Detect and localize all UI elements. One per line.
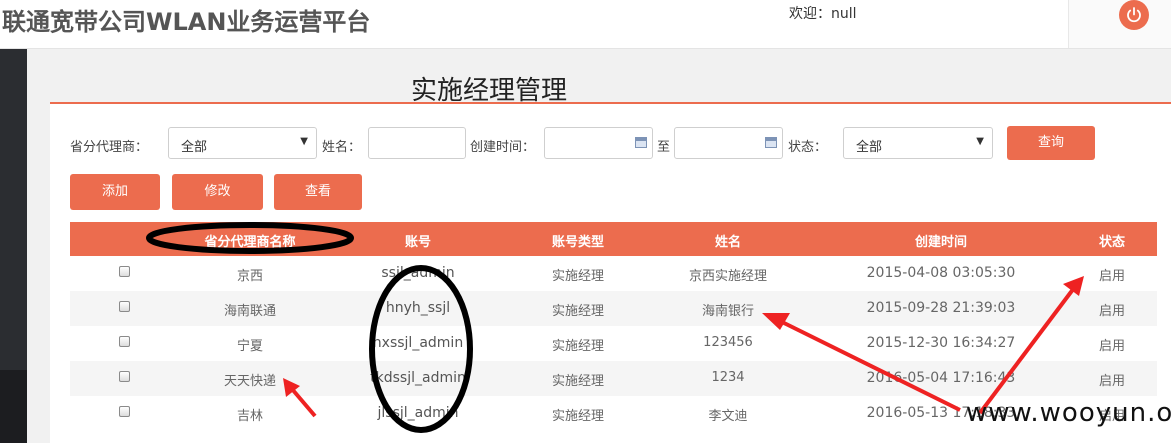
row-checkbox[interactable] [119, 336, 130, 347]
calendar-icon[interactable] [635, 137, 647, 148]
row-checkbox[interactable] [119, 406, 130, 417]
app-title: 联通宽带公司WLAN业务运营平台 [2, 8, 371, 36]
cell-account: hnyh_ssjl [385, 300, 451, 316]
row-checkbox[interactable] [119, 266, 130, 277]
cell-account: jlssjl_admin [377, 405, 459, 421]
column-header-name: 姓名 [714, 235, 742, 250]
cell-type: 实施经理 [551, 409, 605, 424]
table-row[interactable]: 天天快递 tkdssjl_admin 实施经理 1234 2016-05-04 … [70, 361, 1157, 396]
name-input[interactable] [368, 127, 466, 159]
cell-status: 启用 [1098, 269, 1126, 284]
add-button[interactable]: 添加 [70, 174, 160, 210]
cell-type: 实施经理 [551, 304, 605, 319]
cell-created: 2015-12-30 16:34:27 [866, 335, 1016, 351]
date-from-input[interactable] [544, 127, 653, 159]
cell-type: 实施经理 [551, 339, 605, 354]
cell-name: 123456 [703, 335, 753, 350]
table-row[interactable]: 京西 ssjl_admin 实施经理 京西实施经理 2015-04-08 03:… [70, 256, 1157, 291]
row-checkbox[interactable] [119, 301, 130, 312]
cell-agent: 宁夏 [236, 339, 264, 354]
calendar-icon[interactable] [765, 137, 777, 148]
cell-type: 实施经理 [551, 269, 605, 284]
column-header-type: 账号类型 [551, 235, 605, 250]
cell-account: nxssjl_admin [372, 335, 464, 351]
status-select-value: 全部 [856, 140, 883, 155]
cell-agent: 海南联通 [223, 304, 277, 319]
status-label: 状态： [788, 140, 828, 155]
column-header-agent: 省分代理商名称 [204, 235, 296, 250]
column-header-account: 账号 [404, 235, 432, 250]
table-row[interactable]: 海南联通 hnyh_ssjl 实施经理 海南银行 2015-09-28 21:3… [70, 291, 1157, 326]
cell-status: 启用 [1098, 304, 1126, 319]
cell-created: 2016-05-04 17:16:43 [866, 370, 1016, 386]
to-label: 至 [657, 140, 671, 155]
agent-label: 省分代理商： [70, 140, 149, 155]
cell-type: 实施经理 [551, 374, 605, 389]
cell-agent: 吉林 [236, 409, 264, 424]
logout-area [1068, 0, 1171, 48]
title-divider [50, 102, 1171, 104]
welcome-text: 欢迎：null [789, 6, 857, 22]
cell-agent: 天天快递 [223, 374, 277, 389]
sidebar [0, 49, 27, 443]
cell-account: tkdssjl_admin [370, 370, 466, 386]
table-header: 省分代理商名称 账号 账号类型 姓名 创建时间 状态 [70, 222, 1157, 256]
cell-status: 启用 [1098, 374, 1126, 389]
status-select[interactable]: 全部 ▼ [843, 127, 993, 159]
sidebar-strip [0, 370, 27, 443]
column-header-created: 创建时间 [914, 235, 968, 250]
watermark: www.wooyun.org [966, 398, 1171, 428]
edit-button[interactable]: 修改 [172, 174, 263, 210]
cell-name: 海南银行 [701, 304, 755, 319]
column-header-status: 状态 [1098, 235, 1126, 250]
table-row[interactable]: 宁夏 nxssjl_admin 实施经理 123456 2015-12-30 1… [70, 326, 1157, 361]
cell-created: 2015-04-08 03:05:30 [866, 265, 1016, 281]
cell-created: 2015-09-28 21:39:03 [866, 300, 1016, 316]
power-icon [1127, 7, 1141, 23]
row-checkbox[interactable] [119, 371, 130, 382]
top-bar: 联通宽带公司WLAN业务运营平台 欢迎：null [0, 0, 1171, 49]
cell-status: 启用 [1098, 339, 1126, 354]
cell-account: ssjl_admin [381, 265, 455, 281]
chevron-down-icon: ▼ [976, 136, 984, 147]
date-to-input[interactable] [674, 127, 783, 159]
name-label: 姓名： [322, 140, 362, 155]
cell-name: 1234 [711, 370, 745, 385]
logout-button[interactable] [1119, 0, 1149, 30]
chevron-down-icon: ▼ [300, 136, 308, 147]
cell-name: 京西实施经理 [688, 269, 768, 284]
cell-name: 李文迪 [708, 409, 748, 424]
agent-select[interactable]: 全部 ▼ [168, 127, 317, 159]
view-button[interactable]: 查看 [274, 174, 362, 210]
cell-agent: 京西 [236, 269, 264, 284]
query-button[interactable]: 查询 [1007, 126, 1095, 160]
agent-select-value: 全部 [181, 140, 208, 155]
created-time-label: 创建时间： [470, 140, 536, 155]
